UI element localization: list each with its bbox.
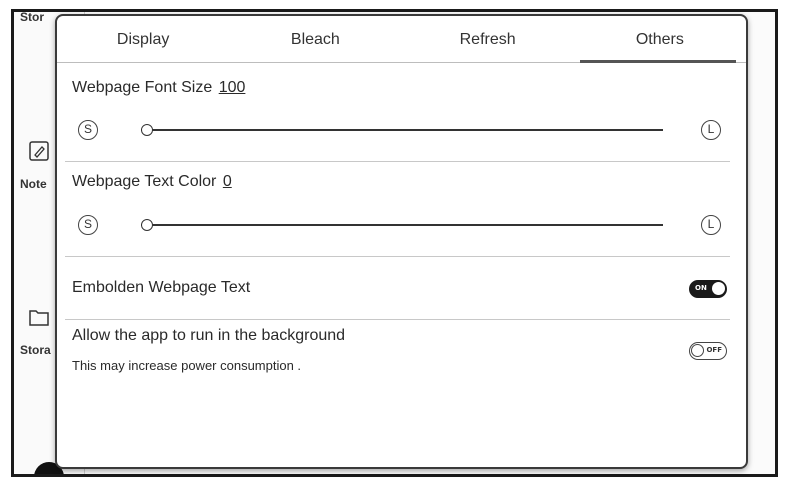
toggle-knob: [712, 282, 725, 295]
text-color-label: Webpage Text Color: [72, 173, 217, 190]
background-run-sublabel: This may increase power consumption .: [72, 358, 302, 373]
embolden-label: Embolden Webpage Text: [72, 279, 251, 296]
tab-refresh[interactable]: Refresh: [402, 16, 574, 62]
background-run-toggle[interactable]: OFF: [689, 342, 727, 360]
small-size-icon[interactable]: S: [78, 120, 98, 140]
divider: [65, 319, 730, 320]
font-size-title: Webpage Font Size 100: [72, 79, 245, 97]
text-color-value: 0: [222, 173, 232, 190]
tab-bleach[interactable]: Bleach: [229, 16, 401, 62]
divider: [65, 256, 730, 257]
small-color-icon[interactable]: S: [78, 215, 98, 235]
divider: [65, 161, 730, 162]
note-icon[interactable]: [28, 140, 50, 162]
large-color-icon[interactable]: L: [701, 215, 721, 235]
tab-others[interactable]: Others: [574, 16, 746, 63]
font-size-label: Webpage Font Size: [72, 79, 213, 96]
font-size-slider[interactable]: [141, 129, 663, 131]
toggle-state-text: ON: [695, 284, 707, 292]
tab-display[interactable]: Display: [57, 16, 229, 62]
settings-panel: Display Bleach Refresh Others Webpage Fo…: [55, 14, 748, 469]
folder-icon[interactable]: [28, 306, 50, 328]
toggle-state-text: OFF: [706, 346, 722, 354]
font-size-value: 100: [218, 79, 246, 96]
text-color-slider[interactable]: [141, 224, 663, 226]
tab-bar: Display Bleach Refresh Others: [57, 16, 746, 63]
text-color-title: Webpage Text Color 0: [72, 173, 232, 191]
font-size-slider-thumb[interactable]: [141, 124, 153, 136]
text-color-slider-thumb[interactable]: [141, 219, 153, 231]
large-size-icon[interactable]: L: [701, 120, 721, 140]
background-run-label: Allow the app to run in the background: [72, 327, 346, 344]
toggle-knob: [691, 344, 704, 357]
embolden-toggle[interactable]: ON: [689, 280, 727, 298]
